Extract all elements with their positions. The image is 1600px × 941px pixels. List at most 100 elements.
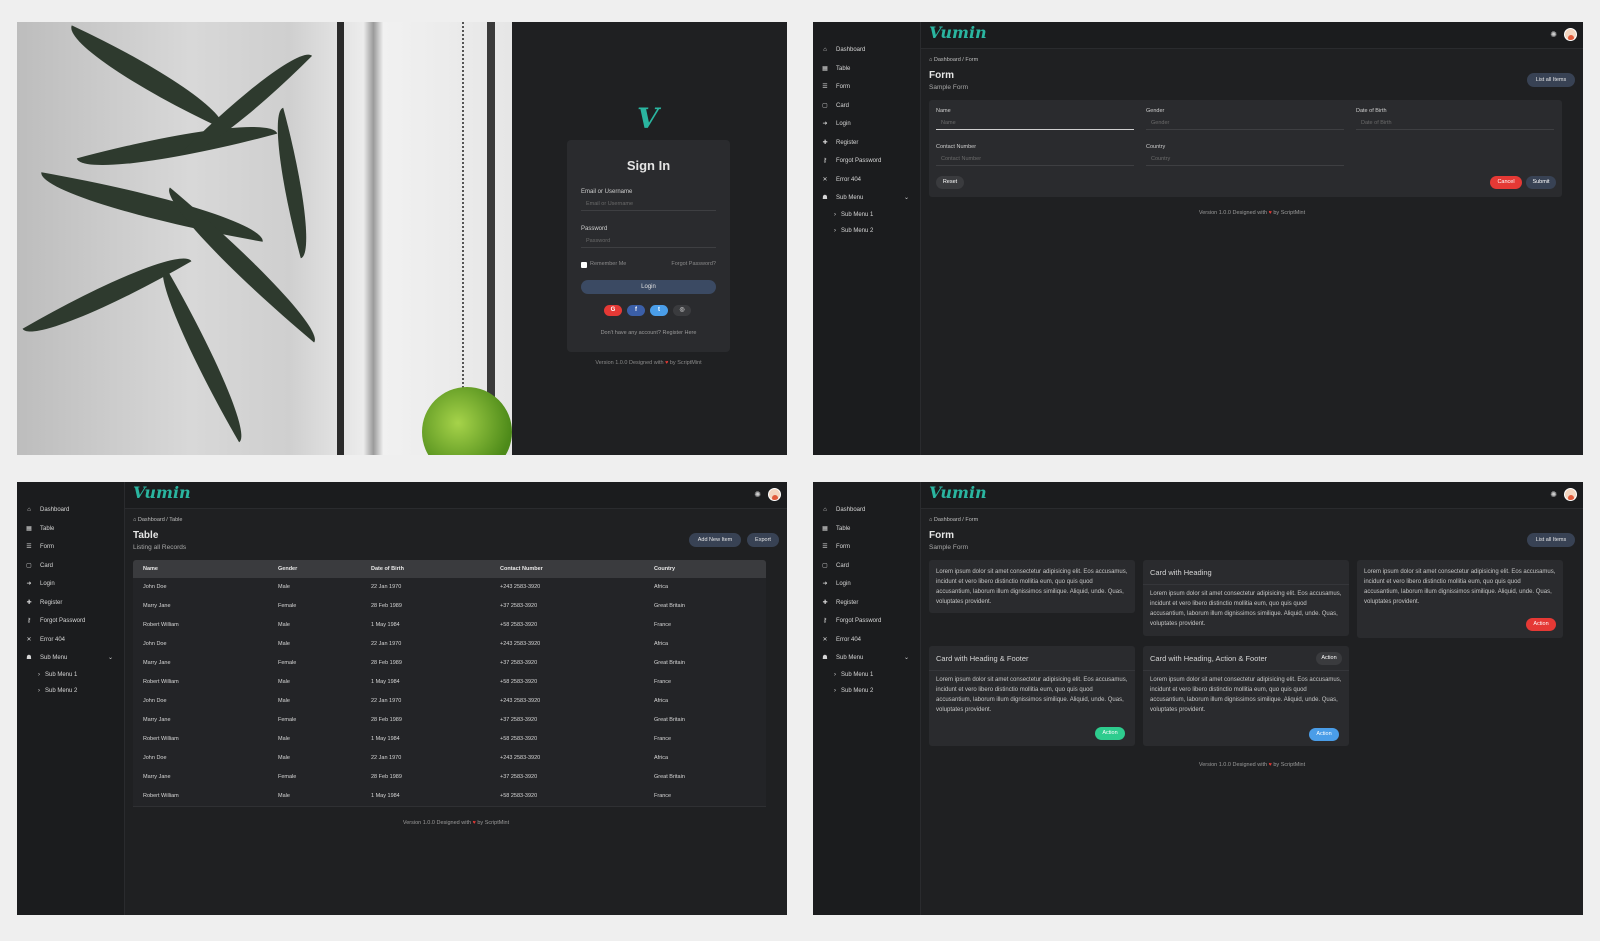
- facebook-icon[interactable]: f: [627, 305, 645, 316]
- sidebar-item-submenu-2[interactable]: › Sub Menu 2: [17, 685, 124, 697]
- action-button[interactable]: Action: [1309, 728, 1339, 741]
- sidebar-item-register[interactable]: ✚ Register: [813, 597, 920, 609]
- sidebar-item-form[interactable]: ☰ Form: [813, 541, 920, 553]
- column-header[interactable]: Gender: [278, 560, 297, 578]
- breadcrumb-home[interactable]: Dashboard: [934, 57, 961, 63]
- gear-icon[interactable]: ✺: [1550, 490, 1557, 499]
- sidebar-item-dashboard[interactable]: ⌂ Dashboard: [813, 44, 920, 56]
- table-row[interactable]: John Doe Male 22 Jan 1970 +243 2583-3920 Afr…: [133, 749, 766, 769]
- sidebar-item-form[interactable]: ☰ Form: [17, 541, 124, 553]
- sidebar-item-sub-menu[interactable]: ☗ Sub Menu ⌄: [17, 652, 124, 664]
- brand-logo[interactable]: Vumin: [929, 483, 987, 502]
- table-cell: 1 May 1984: [371, 793, 400, 799]
- sidebar-item-dashboard[interactable]: ⌂ Dashboard: [813, 504, 920, 516]
- sidebar-item-submenu-2[interactable]: › Sub Menu 2: [813, 685, 920, 697]
- sidebar-item-card[interactable]: ▢ Card: [813, 560, 920, 572]
- brand-logo[interactable]: Vumin: [133, 483, 191, 502]
- chevron-down-icon[interactable]: ⌄: [904, 652, 909, 664]
- country-field[interactable]: Country: [1146, 153, 1344, 166]
- sidebar-item-login[interactable]: ➜ Login: [813, 578, 920, 590]
- table-row[interactable]: John Doe Male 22 Jan 1970 +243 2583-3920 Afr…: [133, 635, 766, 655]
- sidebar-item-submenu-1[interactable]: › Sub Menu 1: [813, 209, 920, 221]
- password-field[interactable]: Password: [581, 235, 716, 248]
- column-header[interactable]: Contact Number: [500, 560, 543, 578]
- sidebar-item-sub-menu[interactable]: ☗ Sub Menu ⌄: [813, 192, 920, 204]
- submit-button[interactable]: Submit: [1526, 176, 1556, 189]
- dob-field[interactable]: Date of Birth: [1356, 117, 1554, 130]
- sidebar-item-table[interactable]: ▦ Table: [17, 523, 124, 535]
- sidebar-item-login[interactable]: ➜ Login: [17, 578, 124, 590]
- table-row[interactable]: Marry Jane Female 28 Feb 1989 +37 2583-3920…: [133, 654, 766, 674]
- avatar[interactable]: [1564, 28, 1577, 41]
- sidebar-item-error-404[interactable]: ✕ Error 404: [813, 634, 920, 646]
- name-field[interactable]: Name: [936, 117, 1134, 130]
- column-header[interactable]: Country: [654, 560, 675, 578]
- list-all-items-button[interactable]: List all Items: [1527, 533, 1575, 547]
- sidebar-item-card[interactable]: ▢ Card: [813, 100, 920, 112]
- sidebar-item-submenu-1[interactable]: › Sub Menu 1: [17, 669, 124, 681]
- breadcrumb-home[interactable]: Dashboard: [138, 517, 165, 523]
- remember-checkbox[interactable]: [581, 262, 587, 268]
- register-link[interactable]: Don't have any account? Register Here: [567, 330, 730, 336]
- table-row[interactable]: Marry Jane Female 28 Feb 1989 +37 2583-3920…: [133, 768, 766, 788]
- chevron-right-icon: ›: [834, 228, 836, 234]
- login-button[interactable]: Login: [581, 280, 716, 294]
- sidebar-item-forgot-password[interactable]: ⚷ Forgot Password: [17, 615, 124, 627]
- action-button[interactable]: Action: [1095, 727, 1125, 740]
- sidebar-item-submenu-1[interactable]: › Sub Menu 1: [813, 669, 920, 681]
- github-icon[interactable]: ◎: [673, 305, 691, 316]
- add-new-item-button[interactable]: Add New Item: [689, 533, 741, 547]
- sidebar-item-table[interactable]: ▦ Table: [813, 63, 920, 75]
- table-cell: +37 2583-3920: [500, 603, 538, 609]
- list-all-items-button[interactable]: List all Items: [1527, 73, 1575, 87]
- sidebar-item-register[interactable]: ✚ Register: [813, 137, 920, 149]
- email-field[interactable]: Email or Username: [581, 198, 716, 211]
- table-row[interactable]: Robert William Male 1 May 1984 +58 2583-392…: [133, 787, 766, 807]
- reset-button[interactable]: Reset: [936, 176, 964, 189]
- table-cell: +243 2583-3920: [500, 698, 541, 704]
- sidebar-item-forgot-password[interactable]: ⚷ Forgot Password: [813, 615, 920, 627]
- chevron-down-icon[interactable]: ⌄: [108, 652, 113, 664]
- gear-icon[interactable]: ✺: [754, 490, 761, 499]
- contact-field[interactable]: Contact Number: [936, 153, 1134, 166]
- gender-field[interactable]: Gender: [1146, 117, 1344, 130]
- sidebar-item-label: Sub Menu 2: [841, 228, 874, 234]
- action-button[interactable]: Action: [1526, 618, 1556, 631]
- sidebar-item-label: Dashboard: [40, 507, 70, 513]
- name-label: Name: [936, 108, 951, 114]
- avatar[interactable]: [768, 488, 781, 501]
- table-row[interactable]: Marry Jane Female 28 Feb 1989 +37 2583-3920…: [133, 597, 766, 617]
- table-row[interactable]: Robert William Male 1 May 1984 +58 2583-392…: [133, 730, 766, 750]
- table-row[interactable]: John Doe Male 22 Jan 1970 +243 2583-3920 Afr…: [133, 692, 766, 712]
- breadcrumb-home[interactable]: Dashboard: [934, 517, 961, 523]
- export-button[interactable]: Export: [747, 533, 779, 547]
- column-header[interactable]: Date of Birth: [371, 560, 404, 578]
- table-row[interactable]: Robert William Male 1 May 1984 +58 2583-392…: [133, 673, 766, 693]
- sidebar-item-login[interactable]: ➜ Login: [813, 118, 920, 130]
- avatar[interactable]: [1564, 488, 1577, 501]
- sidebar-item-dashboard[interactable]: ⌂ Dashboard: [17, 504, 124, 516]
- sidebar-item-error-404[interactable]: ✕ Error 404: [17, 634, 124, 646]
- chevron-down-icon[interactable]: ⌄: [904, 192, 909, 204]
- table-row[interactable]: Robert William Male 1 May 1984 +58 2583-392…: [133, 616, 766, 636]
- sidebar-item-error-404[interactable]: ✕ Error 404: [813, 174, 920, 186]
- table-row[interactable]: Marry Jane Female 28 Feb 1989 +37 2583-3920…: [133, 711, 766, 731]
- gear-icon[interactable]: ✺: [1550, 30, 1557, 39]
- sidebar-item-card[interactable]: ▢ Card: [17, 560, 124, 572]
- column-header[interactable]: Name: [143, 560, 158, 578]
- page-title: Form: [929, 530, 954, 541]
- brand-logo[interactable]: Vumin: [929, 23, 987, 42]
- sidebar-item-sub-menu[interactable]: ☗ Sub Menu ⌄: [813, 652, 920, 664]
- sidebar-item-form[interactable]: ☰ Form: [813, 81, 920, 93]
- cancel-button[interactable]: Cancel: [1490, 176, 1522, 189]
- table-cell: +58 2583-3920: [500, 736, 538, 742]
- sidebar-item-submenu-2[interactable]: › Sub Menu 2: [813, 225, 920, 237]
- sidebar-item-table[interactable]: ▦ Table: [813, 523, 920, 535]
- sidebar-item-register[interactable]: ✚ Register: [17, 597, 124, 609]
- sidebar-item-forgot-password[interactable]: ⚷ Forgot Password: [813, 155, 920, 167]
- twitter-icon[interactable]: t: [650, 305, 668, 316]
- forgot-password-link[interactable]: Forgot Password?: [671, 261, 716, 267]
- google-icon[interactable]: G: [604, 305, 622, 316]
- table-row[interactable]: John Doe Male 22 Jan 1970 +243 2583-3920 Afr…: [133, 578, 766, 598]
- action-badge[interactable]: Action: [1316, 652, 1342, 665]
